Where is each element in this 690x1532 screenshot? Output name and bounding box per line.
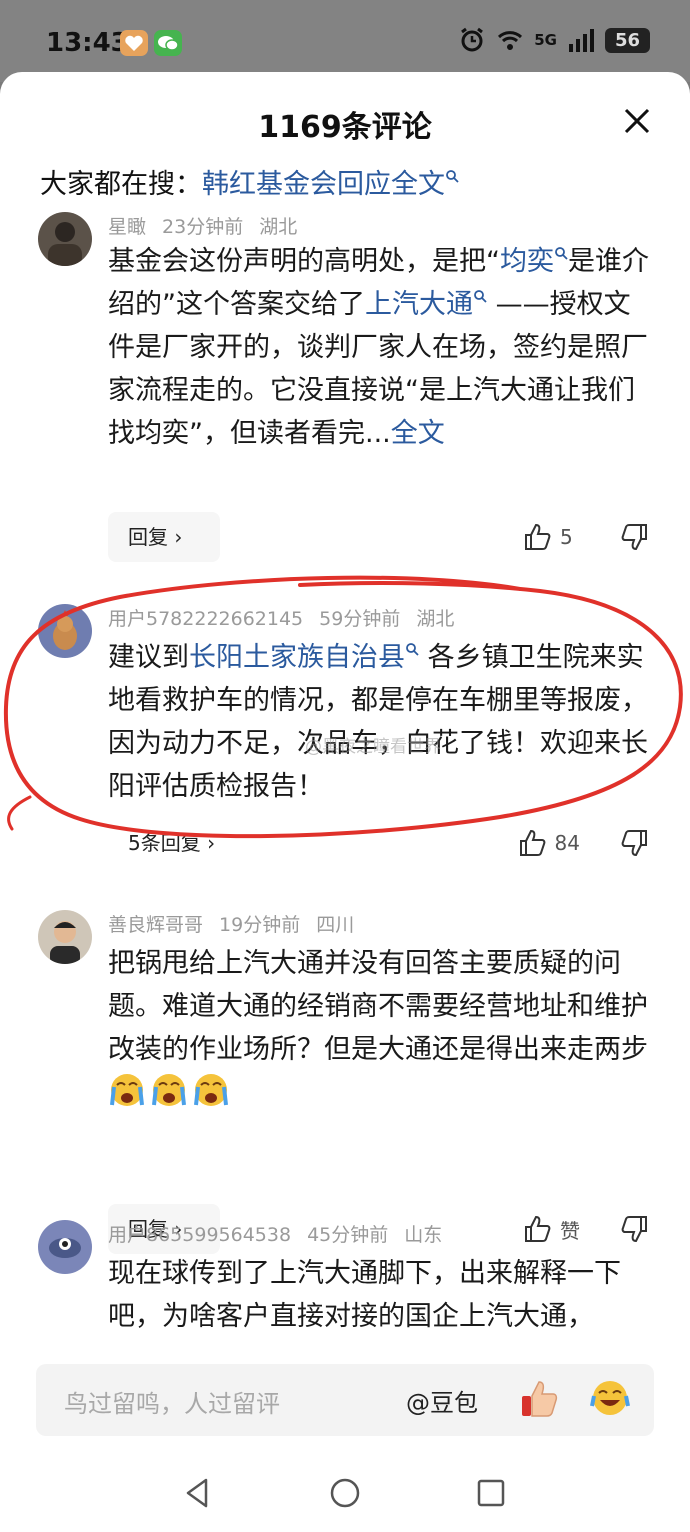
thumbs-up-icon[interactable] bbox=[522, 522, 552, 552]
back-icon[interactable] bbox=[180, 1476, 214, 1510]
wifi-icon bbox=[498, 31, 523, 50]
username[interactable]: 用户865599564538 bbox=[108, 1224, 291, 1246]
comment-location: 四川 bbox=[316, 914, 355, 936]
comment-text: 基金会这份声明的高明处，是把“均奕 是谁介绍的”这个答案交给了上汽大通 ——授权文… bbox=[108, 240, 656, 455]
comment-actions: 赞 bbox=[522, 1214, 650, 1244]
trending-search: 大家都在搜：韩红基金会回应全文 bbox=[40, 162, 459, 201]
wechat-icon bbox=[154, 30, 182, 56]
comment-actions: 5 bbox=[522, 522, 650, 552]
thumbs-up-icon[interactable] bbox=[517, 828, 547, 858]
thumbs-up-icon[interactable] bbox=[522, 1214, 552, 1244]
comment-meta: 用户5782222662145 59分钟前 湖北 bbox=[108, 604, 454, 631]
recent-apps-icon[interactable] bbox=[474, 1476, 508, 1510]
comment-location: 湖北 bbox=[416, 608, 455, 630]
crying-face-emoji bbox=[108, 1071, 232, 1122]
comment-input-placeholder: 鸟过留鸣，人过留评 bbox=[64, 1390, 280, 1418]
laughing-emoji-button[interactable] bbox=[590, 1378, 630, 1418]
keyword-link[interactable]: 上汽大通 bbox=[365, 289, 473, 320]
reply-label: 5条回复 bbox=[128, 831, 201, 855]
comment-sheet: 1169条评论 大家都在搜：韩红基金会回应全文 星瞰 23分钟前 湖北 基金会这份声… bbox=[0, 72, 690, 1532]
comment-meta: 善良辉哥哥 19分钟前 四川 bbox=[108, 910, 354, 937]
comment-count-title: 1169条评论 bbox=[258, 110, 432, 145]
comment-meta: 用户865599564538 45分钟前 山东 bbox=[108, 1220, 442, 1247]
status-bar: 13:43 5G 56 bbox=[0, 0, 690, 82]
comment-time: 59分钟前 bbox=[319, 608, 401, 630]
comment-text-segment: 建议到 bbox=[108, 642, 189, 673]
username[interactable]: 星瞰 bbox=[108, 216, 146, 238]
read-full-link[interactable]: 全文 bbox=[391, 418, 445, 449]
trending-search-link[interactable]: 韩红基金会回应全文 bbox=[202, 169, 445, 200]
reply-button[interactable]: 5条回复 › bbox=[108, 818, 238, 868]
signal-icon bbox=[568, 29, 594, 52]
comment-actions: 84 bbox=[517, 828, 650, 858]
thumbs-down-icon[interactable] bbox=[620, 1214, 650, 1244]
search-icon bbox=[555, 247, 568, 260]
search-icon bbox=[474, 290, 487, 303]
reply-label: 回复 bbox=[128, 525, 168, 549]
comment-input[interactable]: 鸟过留鸣，人过留评 @豆包 bbox=[36, 1364, 654, 1436]
comment-text: 建议到长阳土家族自治县 各乡镇卫生院来实地看救护车的情况，都是停在车棚里等报废，… bbox=[108, 636, 656, 808]
comment-text-segment: 把锅甩给上汽大通并没有回答主要质疑的问题。难道大通的经销商不需要经营地址和维护改… bbox=[108, 948, 648, 1065]
network-type: 5G bbox=[534, 31, 557, 49]
comment-location: 湖北 bbox=[259, 216, 298, 238]
sheet-header: 1169条评论 bbox=[0, 102, 690, 146]
like-count: 5 bbox=[560, 525, 573, 549]
like-count: 84 bbox=[554, 831, 580, 855]
thumbs-up-emoji-button[interactable] bbox=[520, 1378, 558, 1418]
comment-text: 把锅甩给上汽大通并没有回答主要质疑的问题。难道大通的经销商不需要经营地址和维护改… bbox=[108, 942, 656, 1122]
battery-indicator: 56 bbox=[604, 27, 650, 53]
username[interactable]: 用户5782222662145 bbox=[108, 608, 303, 630]
like-count: 赞 bbox=[560, 1218, 580, 1243]
avatar[interactable] bbox=[38, 212, 92, 266]
mention-doubao-button[interactable]: @豆包 bbox=[406, 1383, 478, 1418]
reply-button[interactable]: 回复 › bbox=[108, 512, 220, 562]
comment-text-segment: 现在球传到了上汽大通脚下，出来解释一下吧，为啥客户直接对接的国企上汽大通， bbox=[108, 1258, 621, 1332]
search-icon bbox=[446, 170, 459, 183]
comment-time: 45分钟前 bbox=[307, 1224, 389, 1246]
status-time: 13:43 bbox=[46, 28, 129, 58]
app-notification-icon bbox=[120, 30, 148, 56]
avatar[interactable] bbox=[38, 910, 92, 964]
username[interactable]: 善良辉哥哥 bbox=[108, 914, 203, 936]
watermark: @黑夜之瞳看世界 bbox=[305, 737, 441, 757]
trending-label: 大家都在搜： bbox=[40, 169, 202, 200]
comment-text: 现在球传到了上汽大通脚下，出来解释一下吧，为啥客户直接对接的国企上汽大通， bbox=[108, 1252, 656, 1338]
comment-location: 山东 bbox=[404, 1224, 443, 1246]
comment-text-segment: 基金会这份声明的高明处，是把“ bbox=[108, 246, 500, 277]
thumbs-down-icon[interactable] bbox=[620, 828, 650, 858]
avatar[interactable] bbox=[38, 1220, 92, 1274]
comment-meta: 星瞰 23分钟前 湖北 bbox=[108, 212, 297, 239]
close-icon[interactable] bbox=[622, 106, 652, 136]
keyword-link[interactable]: 长阳土家族自治县 bbox=[189, 642, 405, 673]
thumbs-down-icon[interactable] bbox=[620, 522, 650, 552]
keyword-link[interactable]: 均奕 bbox=[500, 246, 554, 277]
comment-time: 23分钟前 bbox=[162, 216, 244, 238]
comment-time: 19分钟前 bbox=[219, 914, 301, 936]
system-navigation-bar bbox=[0, 1460, 690, 1532]
search-icon bbox=[406, 643, 419, 656]
home-icon[interactable] bbox=[328, 1476, 362, 1510]
alarm-icon bbox=[461, 27, 484, 52]
avatar[interactable] bbox=[38, 604, 92, 658]
